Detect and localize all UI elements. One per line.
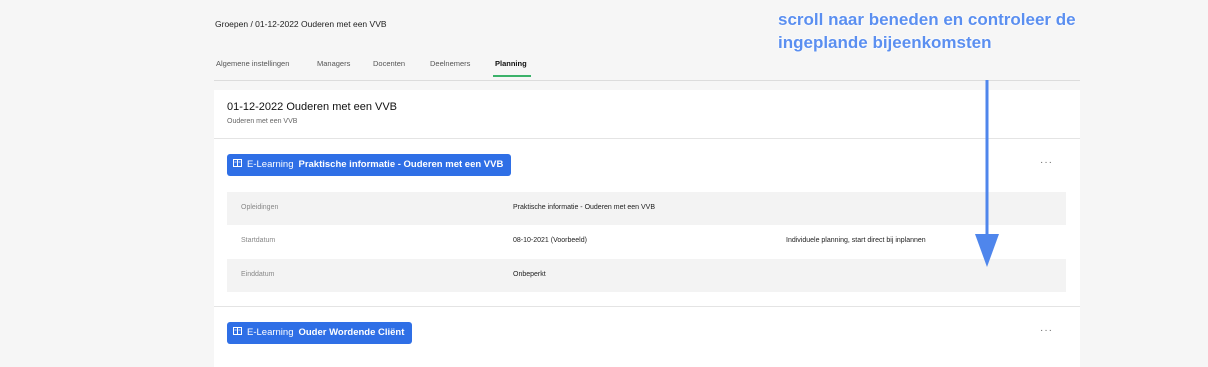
more-dots-icon[interactable]: ··· <box>1040 325 1053 336</box>
tab-planning[interactable]: Planning <box>495 59 527 68</box>
more-dots-icon[interactable]: ··· <box>1040 157 1053 168</box>
course-name-label: Ouder Wordende Cliënt <box>298 327 405 338</box>
instruction-annotation: scroll naar beneden en controleer de ing… <box>778 8 1198 54</box>
detail-label: Startdatum <box>241 237 276 244</box>
active-tab-indicator <box>493 75 531 77</box>
planning-section: E-Learning Ouder Wordende Cliënt ··· <box>214 307 1080 367</box>
tab-managers[interactable]: Managers <box>317 59 350 68</box>
book-icon <box>233 154 243 176</box>
detail-extra: Individuele planning, start direct bij i… <box>786 237 926 244</box>
tab-bar: Algemene instellingen Managers Docenten … <box>214 55 1080 81</box>
group-header-card: 01-12-2022 Ouderen met een VVB Ouderen m… <box>214 90 1080 139</box>
tab-deelnemers[interactable]: Deelnemers <box>430 59 470 68</box>
detail-row-einddatum: Einddatum Onbeperkt <box>227 259 1066 292</box>
course-type-label: E-Learning <box>247 159 294 170</box>
tab-algemene-instellingen[interactable]: Algemene instellingen <box>216 59 289 68</box>
detail-label: Opleidingen <box>241 204 279 211</box>
detail-value: Praktische informatie - Ouderen met een … <box>513 204 656 211</box>
detail-row-opleidingen: Opleidingen Praktische informatie - Oude… <box>227 192 1066 225</box>
detail-row-startdatum: Startdatum 08-10-2021 (Voorbeeld) Indivi… <box>227 225 1066 258</box>
breadcrumb[interactable]: Groepen / 01-12-2022 Ouderen met een VVB <box>215 19 387 29</box>
book-icon <box>233 322 243 344</box>
down-arrow-icon <box>975 80 999 267</box>
course-button[interactable]: E-Learning Ouder Wordende Cliënt <box>227 322 413 344</box>
detail-label: Einddatum <box>241 271 275 278</box>
group-subtitle: Ouderen met een VVB <box>227 118 298 125</box>
course-type-label: E-Learning <box>247 327 294 338</box>
group-title: 01-12-2022 Ouderen met een VVB <box>227 101 398 113</box>
course-button[interactable]: E-Learning Praktische informatie - Oudere… <box>227 154 512 176</box>
annotation-line-1: scroll naar beneden en controleer de <box>778 10 1076 29</box>
course-name-label: Praktische informatie - Ouderen met een … <box>298 159 504 170</box>
detail-value: 08-10-2021 (Voorbeeld) <box>513 237 587 244</box>
planning-section: E-Learning Praktische informatie - Oudere… <box>214 139 1080 307</box>
annotation-line-2: ingeplande bijeenkomsten <box>778 33 992 52</box>
tab-docenten[interactable]: Docenten <box>373 59 405 68</box>
detail-value: Onbeperkt <box>513 271 546 278</box>
